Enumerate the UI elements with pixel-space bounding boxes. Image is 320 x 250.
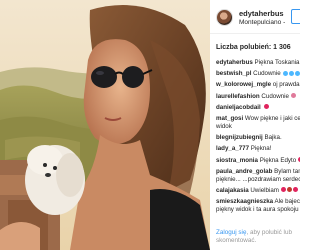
- comment-line: siostra_monia Piękna Edyto: [216, 157, 300, 165]
- follow-button[interactable]: [291, 9, 300, 24]
- comment-line: paula_andre_golab Bylam tam: [216, 168, 300, 176]
- comment-text: Bylam tam: [274, 167, 300, 175]
- emoji-icon: [292, 187, 298, 193]
- comment-line: calajakasia Uwielbiam: [216, 187, 300, 195]
- post-header: edytaherbus Montepulciano -: [210, 0, 300, 34]
- comment-username[interactable]: laurellefashion: [216, 93, 260, 100]
- comment-item: smieszkaagnieszka Ale bajeczpiękny widok…: [216, 198, 300, 214]
- comment-username[interactable]: calajakasia: [216, 187, 249, 194]
- comment-username[interactable]: paula_andre_golab: [216, 168, 272, 175]
- emoji-icon: [298, 157, 300, 162]
- comment-username[interactable]: lady_a_777: [216, 145, 249, 152]
- comment-text: Piękna!: [250, 145, 272, 153]
- comment-text-continued: widok: [216, 122, 232, 130]
- comment-line: bestwish_pl Cudownie: [216, 70, 300, 78]
- comment-username[interactable]: bestwish_pl: [216, 70, 251, 77]
- comment-username[interactable]: edytaherbus: [216, 59, 253, 66]
- post-photo[interactable]: [0, 0, 210, 250]
- comment-text: Piękna Toskania: [254, 59, 300, 66]
- post-sidebar: edytaherbus Montepulciano - Liczba polub…: [210, 0, 300, 250]
- comment-line: edytaherbus Piękna Toskania: [216, 59, 300, 67]
- comment-item: blegnijzubiegnij Bajka.: [216, 134, 300, 142]
- comment-text: Bajka.: [264, 134, 282, 142]
- comment-username[interactable]: siostra_monia: [216, 157, 258, 164]
- post-image: [0, 0, 210, 250]
- comment-text: Wow piękne i jaki ce: [244, 114, 300, 122]
- avatar[interactable]: [216, 9, 233, 26]
- emoji-icon: [280, 187, 286, 193]
- login-prompt-text: , aby polubić lub: [246, 229, 292, 236]
- comment-item: w_kolorowej_mgle oj prawda: [216, 81, 300, 89]
- comment-item: paula_andre_golab Bylam tampięknie... ..…: [216, 168, 300, 184]
- comment-text: oj prawda: [272, 81, 300, 89]
- comment-text-continued: pięknie... ...pozdrawiam serdeczn: [216, 175, 300, 183]
- comment-text-continued: piękny widok i ta aura spokoju: [216, 206, 299, 214]
- emoji-icon: [294, 70, 300, 76]
- login-prompt-text-2: skomentować.: [216, 237, 257, 244]
- comment-username[interactable]: mat_gosi: [216, 115, 243, 122]
- login-link[interactable]: Zaloguj się: [216, 229, 246, 236]
- comment-username[interactable]: danieljacobdail: [216, 104, 261, 111]
- comment-username[interactable]: blegnijzubiegnij: [216, 134, 263, 141]
- emoji-icon: [288, 70, 294, 76]
- comment-text: Cudownie: [261, 92, 289, 100]
- emoji-icon: [282, 70, 288, 76]
- comment-line: mat_gosi Wow piękne i jaki ce: [216, 115, 300, 123]
- login-prompt: Zaloguj się, aby polubić lub skomentować…: [216, 229, 300, 245]
- comment-line: smieszkaagnieszka Ale bajecz: [216, 198, 300, 206]
- comment-item: laurellefashion Cudownie: [216, 93, 300, 101]
- comment-item: calajakasia Uwielbiam: [216, 187, 300, 195]
- comment-item: lady_a_777 Piękna!: [216, 145, 300, 153]
- comment-line: blegnijzubiegnij Bajka.: [216, 134, 300, 142]
- emoji-icon: [290, 93, 296, 99]
- comment-item: bestwish_pl Cudownie: [216, 70, 300, 78]
- comment-item: siostra_monia Piękna Edyto: [216, 157, 300, 165]
- post-username[interactable]: edytaherbus: [239, 9, 284, 18]
- comment-item: danieljacobdail: [216, 104, 300, 112]
- comment-text: Uwielbiam: [250, 186, 279, 194]
- comment-line: w_kolorowej_mgle oj prawda: [216, 81, 300, 89]
- comment-username[interactable]: smieszkaagnieszka: [216, 198, 273, 205]
- post-location[interactable]: Montepulciano -: [239, 19, 285, 26]
- emoji-icon: [264, 104, 270, 110]
- comments-list: edytaherbus Piękna Toskania bestwish_pl C…: [216, 59, 300, 217]
- comment-line: lady_a_777 Piękna!: [216, 145, 300, 153]
- comment-text: Ale bajecz: [274, 198, 301, 206]
- likes-count[interactable]: Liczba polubień: 1 306: [216, 44, 291, 51]
- comment-text: Cudownie: [253, 70, 281, 78]
- emoji-icon: [286, 187, 292, 193]
- comment-line: danieljacobdail: [216, 104, 300, 112]
- comment-item: mat_gosi Wow piękne i jaki ce widok: [216, 115, 300, 131]
- comment-item: edytaherbus Piękna Toskania: [216, 59, 300, 67]
- comment-line: laurellefashion Cudownie: [216, 93, 300, 101]
- comment-text: Piękna Edyto: [259, 156, 297, 164]
- comment-username[interactable]: w_kolorowej_mgle: [216, 81, 271, 88]
